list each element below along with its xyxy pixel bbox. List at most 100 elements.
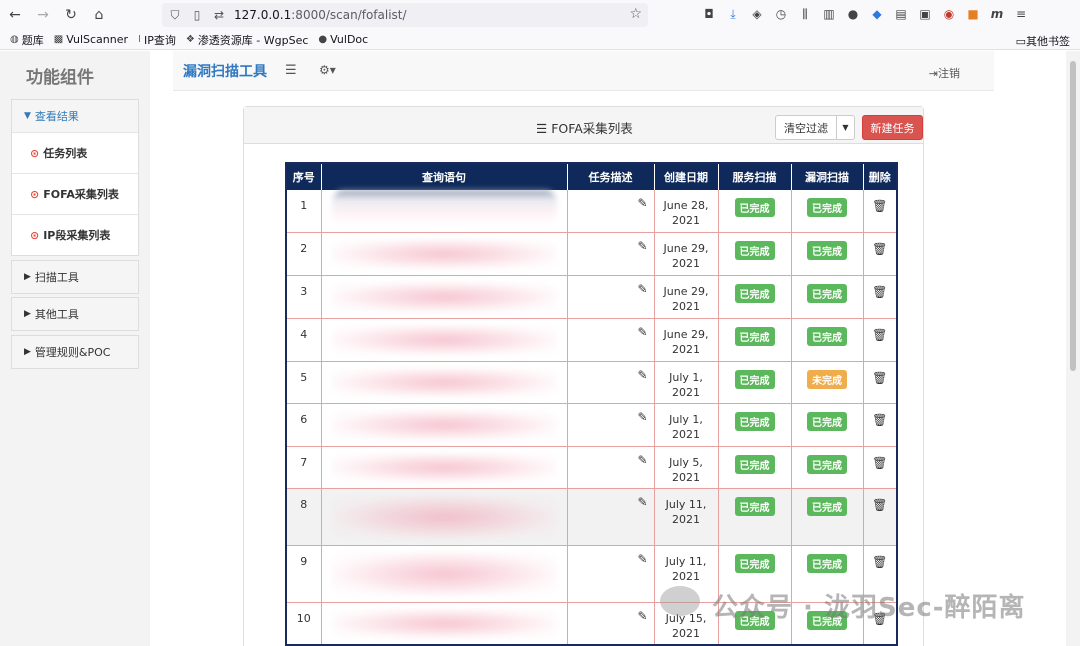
status-badge[interactable]: 已完成	[734, 240, 775, 260]
trash-icon[interactable]: 🗑	[872, 371, 887, 385]
status-badge[interactable]: 已完成	[734, 496, 775, 516]
list-icon[interactable]: ☰	[285, 63, 297, 78]
row-query[interactable]	[321, 545, 568, 602]
status-badge[interactable]: 已完成	[807, 198, 847, 217]
ext-icon-5[interactable]: ■	[964, 4, 982, 24]
trash-icon[interactable]: 🗑	[872, 555, 887, 569]
app-menu-icon[interactable]: ≡	[1012, 4, 1030, 24]
trash-icon[interactable]: 🗑	[872, 242, 887, 256]
status-badge[interactable]: 已完成	[807, 411, 847, 431]
page-scrollbar[interactable]	[1066, 51, 1080, 646]
row-desc: ✎	[567, 275, 655, 318]
status-badge[interactable]: 已完成	[807, 496, 847, 516]
bookmark-star-icon[interactable]: ☆	[629, 6, 642, 22]
pencil-icon[interactable]: ✎	[637, 282, 647, 296]
circle-dot-icon: ⊙	[30, 146, 40, 160]
reload-icon[interactable]: ↻	[58, 2, 84, 28]
menu-head-scan-tools[interactable]: ▶ 扫描工具	[12, 261, 138, 293]
row-query[interactable]	[321, 488, 568, 545]
status-badge[interactable]: 已完成	[734, 198, 775, 217]
ext-icon-1[interactable]: ●	[844, 4, 862, 24]
ext-icon-3[interactable]: ▣	[916, 4, 934, 24]
page: 功能组件 ▼ 查看结果 ⊙ 任务列表 ⊙ FOFA采集列表 ⊙ IP段采集列表 …	[0, 51, 1066, 646]
row-query[interactable]	[321, 403, 568, 446]
bookmark-item[interactable]: ◍ 题库	[10, 32, 44, 48]
menu-head-rules-poc[interactable]: ▶ 管理规则&POC	[12, 336, 138, 368]
download-icon[interactable]: ⤓	[724, 4, 742, 24]
row-query[interactable]	[321, 361, 568, 403]
row-desc: ✎	[567, 361, 655, 403]
redacted-query	[331, 238, 557, 269]
pencil-icon[interactable]: ✎	[637, 368, 647, 382]
ext-icon-2[interactable]: ◆	[868, 4, 886, 24]
pencil-icon[interactable]: ✎	[637, 609, 647, 623]
status-badge[interactable]: 已完成	[807, 326, 847, 346]
chevron-right-icon: ▶	[24, 272, 31, 282]
row-service-scan: 已完成	[718, 190, 792, 232]
status-badge[interactable]: 已完成	[734, 553, 775, 573]
bookmark-item[interactable]: ▩ VulScanner	[54, 33, 128, 46]
sidebar-item-ip-list[interactable]: ⊙ IP段采集列表	[12, 214, 138, 255]
trash-icon[interactable]: 🗑	[872, 456, 887, 470]
row-query[interactable]	[321, 318, 568, 361]
gear-icon[interactable]: ⚙▾	[319, 63, 336, 77]
pencil-icon[interactable]: ✎	[637, 410, 647, 424]
trash-icon[interactable]: 🗑	[872, 413, 887, 427]
home-icon[interactable]: ⌂	[86, 2, 112, 28]
pencil-icon[interactable]: ✎	[637, 325, 647, 339]
status-badge[interactable]: 已完成	[734, 326, 775, 346]
status-badge[interactable]: 已完成	[807, 240, 847, 260]
status-badge[interactable]: 已完成	[807, 454, 847, 474]
clear-filter-button[interactable]: 清空过滤	[775, 115, 837, 140]
status-badge[interactable]: 已完成	[734, 454, 775, 474]
logout-button[interactable]: ⇥注销	[929, 65, 960, 81]
history-icon[interactable]: ◷	[772, 4, 790, 24]
pencil-icon[interactable]: ✎	[637, 552, 647, 566]
pencil-icon[interactable]: ✎	[637, 239, 647, 253]
caret-down-icon[interactable]: ▼	[836, 115, 855, 140]
bookmark-item[interactable]: ❖ 渗透资源库 - WgpSec	[186, 32, 309, 48]
bookmark-item[interactable]: I IP查询	[138, 32, 176, 48]
row-query[interactable]	[321, 602, 568, 645]
trash-icon[interactable]: 🗑	[872, 498, 887, 512]
pencil-icon[interactable]: ✎	[637, 196, 647, 210]
new-task-button[interactable]: 新建任务	[862, 115, 923, 140]
row-query[interactable]	[321, 232, 568, 275]
menu-head-other-tools[interactable]: ▶ 其他工具	[12, 298, 138, 330]
row-query[interactable]	[321, 446, 568, 488]
status-badge[interactable]: 已完成	[734, 411, 775, 431]
pocket-icon[interactable]: ◘	[700, 4, 718, 24]
url-bar[interactable]: ⛉ ▯ ⇄ 127.0.0.1:8000/scan/fofalist/ ☆	[162, 3, 648, 27]
menu-m-icon[interactable]: m	[988, 4, 1006, 24]
forward-arrow-icon[interactable]: →	[30, 2, 56, 28]
scroll-thumb[interactable]	[1070, 61, 1076, 371]
trash-icon[interactable]: 🗑	[872, 199, 887, 213]
menu-head-results[interactable]: ▼ 查看结果	[12, 100, 138, 132]
library-icon[interactable]: ⫼	[796, 4, 814, 24]
print-icon[interactable]: ▤	[892, 4, 910, 24]
trash-icon[interactable]: 🗑	[872, 328, 887, 342]
row-query[interactable]	[321, 190, 568, 232]
row-delete: 🗑	[863, 446, 898, 488]
bookmark-item[interactable]: ● VulDoc	[318, 33, 368, 46]
extension-icon[interactable]: ◈	[748, 4, 766, 24]
sidebar-toggle-icon[interactable]: ▥	[820, 4, 838, 24]
sidebar-item-task-list[interactable]: ⊙ 任务列表	[12, 132, 138, 173]
status-badge[interactable]: 已完成	[734, 283, 775, 303]
pencil-icon[interactable]: ✎	[637, 453, 647, 467]
trash-icon[interactable]: 🗑	[872, 285, 887, 299]
brand-title[interactable]: 漏洞扫描工具	[183, 61, 267, 81]
pencil-icon[interactable]: ✎	[637, 495, 647, 509]
row-vuln-scan: 已完成	[791, 232, 864, 275]
back-arrow-icon[interactable]: ←	[2, 2, 28, 28]
status-badge[interactable]: 已完成	[734, 369, 775, 389]
status-badge[interactable]: 已完成	[807, 283, 847, 303]
sidebar-item-fofa-list[interactable]: ⊙ FOFA采集列表	[12, 173, 138, 214]
status-badge[interactable]: 已完成	[807, 553, 847, 573]
row-desc: ✎	[567, 446, 655, 488]
url-path: :8000/scan/fofalist/	[291, 8, 407, 22]
status-badge[interactable]: 未完成	[807, 369, 847, 389]
other-bookmarks[interactable]: ▭ 其他书签	[1016, 33, 1070, 49]
ext-icon-4[interactable]: ◉	[940, 4, 958, 24]
row-query[interactable]	[321, 275, 568, 318]
